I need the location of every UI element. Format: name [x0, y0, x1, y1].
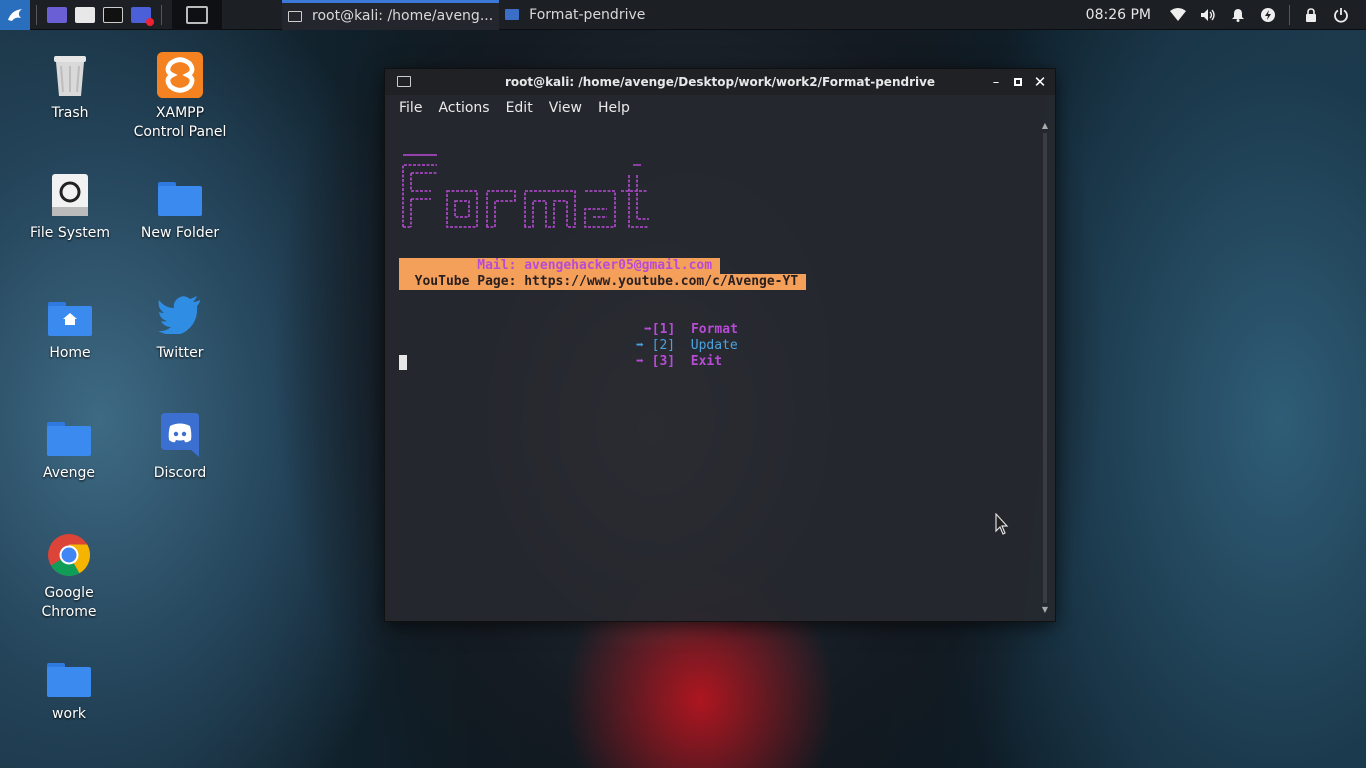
window-title: root@kali: /home/avenge/Desktop/work/wor…: [504, 75, 936, 89]
twitter-bird-icon: [157, 292, 203, 338]
launcher-terminal[interactable]: [99, 0, 127, 30]
close-button[interactable]: ✕: [1029, 69, 1051, 95]
power-manager-icon[interactable]: [1253, 0, 1283, 30]
xampp-icon: [157, 52, 203, 98]
menu-option-exit: ➡ [3] Exit: [589, 338, 722, 386]
kali-menu-button[interactable]: [0, 0, 30, 30]
desktop-icon-home[interactable]: Home: [15, 292, 125, 363]
mail-line: Mail: avengehacker05@gmail.com: [399, 258, 721, 274]
desktop-icon-label: XAMPP Control Panel: [133, 105, 227, 140]
terminal-icon: [103, 6, 123, 23]
mouse-pointer-icon: [995, 513, 1009, 535]
desktop-icon-label: File System: [29, 225, 111, 241]
option-key: [3]: [651, 354, 676, 369]
menu-file[interactable]: File: [399, 100, 422, 116]
volume-icon[interactable]: [1193, 0, 1223, 30]
chrome-icon: [46, 532, 92, 578]
clock[interactable]: 08:26 PM: [1086, 7, 1151, 23]
menu-bar: File Actions Edit View Help: [385, 95, 1055, 121]
workspace-switcher[interactable]: [172, 0, 222, 30]
wifi-icon[interactable]: [1163, 0, 1193, 30]
desktop-icon-label: Home: [49, 345, 91, 361]
desktop-icon-xampp[interactable]: XAMPP Control Panel: [125, 52, 235, 142]
maximize-icon: [1014, 78, 1022, 86]
scrollbar-track[interactable]: [1043, 133, 1047, 603]
task-folder[interactable]: Format-pendrive: [499, 0, 651, 30]
terminal-output[interactable]: Mail: avengehacker05@gmail.com YouTube P…: [397, 121, 1035, 621]
task-label: Format-pendrive: [529, 6, 646, 23]
taskbar-separator: [1289, 4, 1290, 25]
trash-icon: [47, 52, 93, 98]
taskbar: root@kali: /home/aveng... Format-pendriv…: [0, 0, 1366, 30]
youtube-line: YouTube Page: https://www.youtube.com/c/…: [399, 274, 807, 290]
screen-recorder-icon: [131, 6, 154, 26]
folder-icon: [46, 653, 92, 699]
launcher-files[interactable]: [71, 0, 99, 30]
folder-icon: [505, 9, 520, 20]
desktop-icon-label: Discord: [153, 465, 207, 481]
home-folder-icon: [47, 292, 93, 338]
desktop-icon-twitter[interactable]: Twitter: [125, 292, 235, 363]
arrow-right-icon: ➡: [635, 354, 644, 369]
desktop-icon-google-chrome[interactable]: Google Chrome: [14, 532, 124, 622]
desktop-icon-new-folder[interactable]: New Folder: [125, 172, 235, 243]
desktop-icon-avenge[interactable]: Avenge: [14, 412, 124, 483]
scroll-up-arrow-icon[interactable]: ▲: [1039, 121, 1051, 131]
ascii-banner-logo: [402, 154, 649, 228]
terminal-cursor: [399, 355, 407, 370]
workspace-icon: [186, 5, 208, 24]
power-icon[interactable]: [1326, 0, 1356, 30]
minimize-button[interactable]: –: [985, 69, 1007, 95]
system-tray: 08:26 PM: [1086, 0, 1366, 30]
notification-bell-icon[interactable]: [1223, 0, 1253, 30]
taskbar-separator: [161, 4, 162, 25]
launcher-workspace[interactable]: [43, 0, 71, 30]
option-label: Exit: [690, 354, 723, 369]
menu-edit[interactable]: Edit: [506, 100, 533, 116]
desktop-icon-label: New Folder: [140, 225, 220, 241]
task-label: root@kali: /home/aveng...: [312, 8, 494, 24]
desktop-icon-label: Avenge: [42, 465, 96, 481]
desktop-icon-label: Twitter: [156, 345, 204, 361]
menu-actions[interactable]: Actions: [438, 100, 489, 116]
desktop-icon-label: work: [52, 706, 86, 722]
hard-drive-icon: [47, 172, 93, 218]
window-titlebar[interactable]: root@kali: /home/avenge/Desktop/work/wor…: [385, 69, 1055, 95]
discord-icon: [157, 412, 203, 458]
folder-icon: [157, 172, 203, 218]
menu-view[interactable]: View: [549, 100, 582, 116]
desktop-icon-label: Google Chrome: [41, 585, 97, 620]
desktop-icon-file-system[interactable]: File System: [15, 172, 125, 243]
terminal-icon: [397, 76, 411, 87]
desktop-icon-trash[interactable]: Trash: [15, 52, 125, 123]
desktop-icon-discord[interactable]: Discord: [125, 412, 235, 483]
file-manager-icon: [75, 6, 95, 23]
terminal-icon: [288, 10, 302, 22]
lock-icon[interactable]: [1296, 0, 1326, 30]
terminal-window[interactable]: root@kali: /home/avenge/Desktop/work/wor…: [384, 68, 1056, 622]
launcher-recorder[interactable]: [127, 0, 155, 30]
scroll-down-arrow-icon[interactable]: ▼: [1039, 605, 1051, 615]
maximize-button[interactable]: [1007, 69, 1029, 95]
display-icon: [47, 6, 67, 23]
desktop-icon-work[interactable]: work: [14, 653, 124, 724]
kali-dragon-icon: [8, 8, 22, 21]
vertical-scrollbar[interactable]: ▲ ▼: [1039, 121, 1051, 615]
task-terminal[interactable]: root@kali: /home/aveng...: [282, 0, 500, 30]
taskbar-separator: [36, 4, 37, 25]
desktop-icon-label: Trash: [51, 105, 89, 121]
folder-icon: [46, 412, 92, 458]
menu-help[interactable]: Help: [598, 100, 630, 116]
